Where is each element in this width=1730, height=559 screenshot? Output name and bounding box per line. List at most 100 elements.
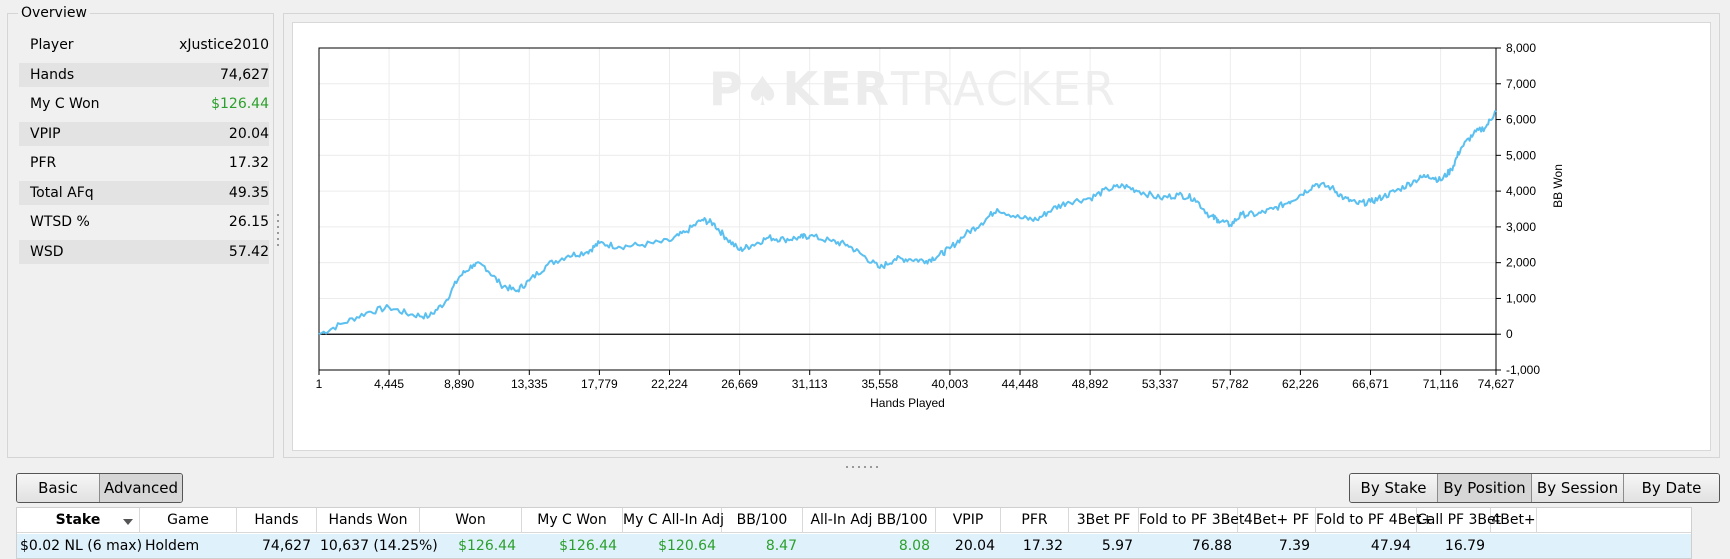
sort-descending-icon <box>123 519 133 525</box>
y-tick-label: -1,000 <box>1506 363 1540 377</box>
column-header-won[interactable]: Won <box>420 508 522 533</box>
y-tick-label: 3,000 <box>1506 220 1536 234</box>
x-tick-label: 57,782 <box>1212 377 1249 391</box>
overview-value: 17.32 <box>228 155 269 171</box>
column-header-label: Fold to PF 4Bet+ <box>1316 512 1434 528</box>
advanced-button[interactable]: Advanced <box>100 474 182 502</box>
column-header-4bet-pf[interactable]: 4Bet+ PF <box>1238 508 1316 533</box>
overview-label: Hands <box>30 67 75 83</box>
x-tick-label: 74,627 <box>1478 377 1515 391</box>
column-header-3bet-pf[interactable]: 3Bet PF <box>1069 508 1139 533</box>
column-header-label: Hands Won <box>328 512 408 528</box>
overview-label: WTSD % <box>30 214 90 230</box>
column-header-hands[interactable]: Hands <box>237 508 317 533</box>
cell-fold-to-pf-4bet: 47.94 <box>1370 538 1411 554</box>
column-header-my-c-all-in-adj[interactable]: My C All-In Adj <box>623 508 724 533</box>
vertical-splitter-grip[interactable] <box>276 214 280 250</box>
overview-row-vpip: VPIP 20.04 <box>19 122 269 146</box>
by-date-button[interactable]: By Date <box>1624 474 1719 502</box>
by-position-button[interactable]: By Position <box>1438 474 1532 502</box>
x-axis-title: Hands Played <box>870 396 945 410</box>
overview-value: 20.04 <box>228 126 269 142</box>
group-by-toggle: By Stake By Position By Session By Date <box>1349 473 1720 503</box>
overview-value: 26.15 <box>228 214 269 230</box>
y-tick-label: 1,000 <box>1506 291 1536 305</box>
cell-bb-100: 8.47 <box>765 538 797 554</box>
column-header-label: All-In Adj BB/100 <box>810 512 928 528</box>
by-session-button[interactable]: By Session <box>1532 474 1624 502</box>
table-header: Stake Game Hands Hands Won Won My C Won My C A… <box>17 508 1691 533</box>
table-row[interactable]: $0.02 NL (6 max) Holdem 74,627 10,637 (14.2… <box>17 534 1691 558</box>
column-header-fold-to-pf-4bet[interactable]: Fold to PF 4Bet+ <box>1316 508 1433 533</box>
column-header-game[interactable]: Game <box>140 508 237 533</box>
overview-value: xJustice2010 <box>179 37 269 53</box>
y-tick-label: 4,000 <box>1506 184 1536 198</box>
horizontal-splitter-grip[interactable] <box>846 466 882 469</box>
cell-call-pf-3bet: 16.79 <box>1444 538 1485 554</box>
x-tick-label: 48,892 <box>1072 377 1109 391</box>
x-tick-label: 17,779 <box>581 377 618 391</box>
x-tick-label: 66,671 <box>1352 377 1389 391</box>
overview-row-wsd: WSD 57.42 <box>19 240 269 264</box>
column-header-call-pf-3bet[interactable]: Call PF 3Bet <box>1417 508 1501 533</box>
column-header-label: VPIP <box>952 512 984 528</box>
overview-label: Player <box>30 37 74 53</box>
cell-my-c-won: $126.44 <box>559 538 617 554</box>
column-header-label: Hands <box>254 512 299 528</box>
x-tick-label: 71,116 <box>1423 377 1459 391</box>
column-header-label: Call PF 3Bet <box>1417 512 1502 528</box>
x-tick-label: 8,890 <box>444 377 474 391</box>
overview-value: 49.35 <box>228 185 269 201</box>
cell-hands: 74,627 <box>262 538 311 554</box>
column-header-all-in-adj-bb-100[interactable]: All-In Adj BB/100 <box>803 508 936 533</box>
column-header-label: My C Won <box>537 512 607 528</box>
bb-won-chart: P♠KERTRACKER -1,000 0 1,000 2,000 3,000 4,000 5… <box>316 41 1565 410</box>
y-tick-label: 0 <box>1506 327 1513 341</box>
cell-vpip: 20.04 <box>954 538 995 554</box>
cell-4bet-pf: 7.39 <box>1278 538 1310 554</box>
column-header-my-c-won[interactable]: My C Won <box>522 508 623 533</box>
overview-row-hands: Hands 74,627 <box>19 63 269 87</box>
overview-label: WSD <box>30 244 64 260</box>
overview-row-player: Player xJustice2010 <box>19 33 269 57</box>
cell-fold-to-pf-3bet: 76.88 <box>1191 538 1232 554</box>
column-header-label: 4Bet+ PF <box>1243 512 1310 528</box>
basic-button[interactable]: Basic <box>17 474 100 502</box>
x-tick-label: 22,224 <box>651 377 688 391</box>
cell-stake: $0.02 NL (6 max) <box>20 538 143 554</box>
column-header-fold-to-pf-3bet[interactable]: Fold to PF 3Bet <box>1139 508 1244 533</box>
overview-row-wtsd: WTSD % 26.15 <box>19 210 269 234</box>
overview-label: My C Won <box>30 96 100 112</box>
column-header-vpip[interactable]: VPIP <box>936 508 1001 533</box>
column-header-pfr[interactable]: PFR <box>1001 508 1069 533</box>
cell-my-c-all-in-adj: $120.64 <box>658 538 716 554</box>
column-header-label: Fold to PF 3Bet <box>1139 512 1245 528</box>
column-header-stake[interactable]: Stake <box>17 508 140 533</box>
column-header-hands-won[interactable]: Hands Won <box>317 508 420 533</box>
column-header-bb-100[interactable]: BB/100 <box>722 508 803 533</box>
y-axis-title: BB Won <box>1551 164 1565 208</box>
column-header-label: Won <box>455 512 486 528</box>
x-tick-label: 1 <box>316 377 323 391</box>
x-tick-label: 40,003 <box>932 377 969 391</box>
cell-hands-won: 10,637 (14.25%) <box>320 538 438 554</box>
column-header-label: BB/100 <box>736 512 788 528</box>
overview-value: 74,627 <box>220 67 269 83</box>
y-tick-label: 5,000 <box>1506 148 1536 162</box>
y-tick-label: 6,000 <box>1506 113 1536 127</box>
chart-panel: P♠KERTRACKER -1,000 0 1,000 2,000 3,000 4,000 5… <box>283 13 1720 458</box>
x-tick-label: 4,445 <box>374 377 404 391</box>
overview-row-pfr: PFR 17.32 <box>19 151 269 175</box>
column-header-4bet[interactable]: 4Bet+ <box>1491 508 1537 533</box>
cell-3bet-pf: 5.97 <box>1101 538 1133 554</box>
overview-value: 57.42 <box>228 244 269 260</box>
overview-panel: Overview Player xJustice2010 Hands 74,627 My… <box>7 5 274 458</box>
by-stake-button[interactable]: By Stake <box>1350 474 1438 502</box>
x-tick-label: 53,337 <box>1142 377 1179 391</box>
stats-table: Stake Game Hands Hands Won Won My C Won My C A… <box>16 507 1692 559</box>
overview-label: Total AFq <box>30 185 94 201</box>
x-tick-label: 62,226 <box>1282 377 1319 391</box>
column-header-label: Game <box>167 512 209 528</box>
y-tick-label: 7,000 <box>1506 77 1536 91</box>
cell-won: $126.44 <box>458 538 516 554</box>
